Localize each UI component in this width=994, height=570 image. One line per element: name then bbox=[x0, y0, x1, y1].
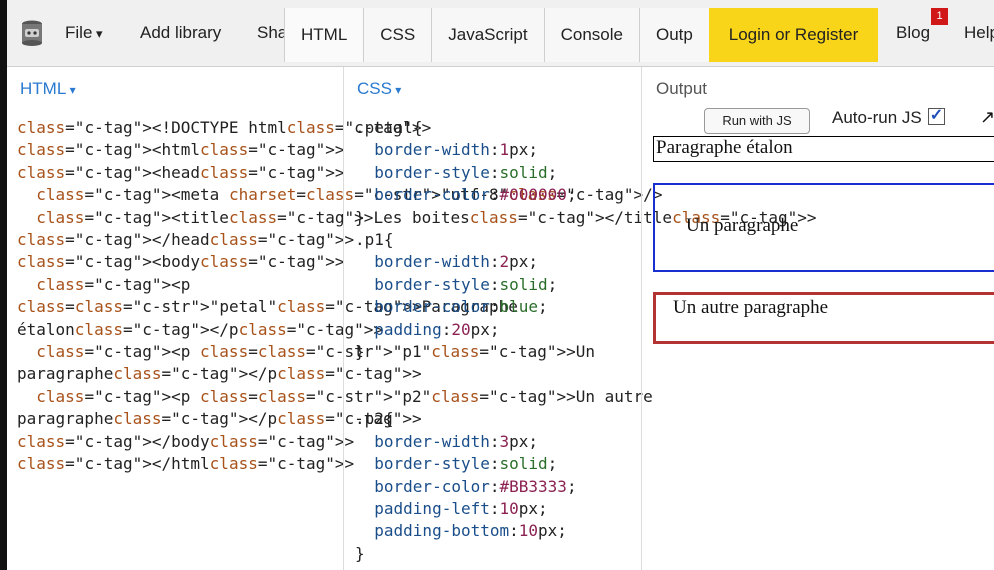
output-paragraph-petal: Paragraphe étalon bbox=[653, 136, 994, 162]
blog-link[interactable]: Blog bbox=[896, 0, 930, 66]
css-code-line: } bbox=[355, 543, 365, 563]
css-code-line: border-width:1px; bbox=[374, 140, 539, 160]
output-panel: Output Run with JS Auto-run JS ↗ Paragra… bbox=[641, 67, 994, 570]
css-code-line: padding-bottom:10px; bbox=[374, 521, 567, 541]
autorun-label: Auto-run JS bbox=[832, 108, 922, 127]
css-code-line: .petal{ bbox=[355, 118, 423, 137]
css-code-line: border-color:blue; bbox=[374, 297, 548, 317]
autorun-checkbox[interactable] bbox=[927, 105, 945, 125]
tab-console[interactable]: Console bbox=[543, 8, 639, 62]
output-panel-title: Output bbox=[656, 79, 708, 98]
file-menu[interactable]: File bbox=[65, 0, 103, 66]
output-paragraph-p1-text: Un paragraphe bbox=[686, 215, 799, 236]
panel-tabs: HTML CSS JavaScript Console Outp bbox=[284, 8, 709, 64]
output-paragraph-p1: Un paragraphe bbox=[653, 183, 994, 272]
css-code-line: border-width:2px; bbox=[374, 252, 539, 272]
help-link[interactable]: Help bbox=[964, 0, 994, 66]
css-code-line: .p2{ bbox=[355, 409, 394, 429]
output-paragraph-p2-text: Un autre paragraphe bbox=[673, 297, 829, 318]
css-panel-title[interactable]: CSS bbox=[357, 79, 401, 99]
html-code-line: class="c-tag"></bodyclass="c-tag">> bbox=[17, 431, 355, 451]
css-code-line: } bbox=[355, 207, 365, 227]
autorun-toggle[interactable]: Auto-run JS bbox=[832, 105, 945, 128]
html-code-line: class="c-tag"><htmlclass="c-tag">> bbox=[17, 140, 345, 160]
html-code-line: étalonclass="c-tag"></pclass="c-tag">> bbox=[17, 319, 384, 339]
html-panel: HTML class="c-tag"><!DOCTYPE htmlclass="… bbox=[7, 67, 817, 570]
css-code-line: border-style:solid; bbox=[374, 454, 558, 474]
css-code-line: border-style:solid; bbox=[374, 162, 558, 182]
css-code-line: .p1{ bbox=[355, 230, 394, 250]
tab-html[interactable]: HTML bbox=[284, 8, 364, 62]
blog-notification-badge: 1 bbox=[931, 8, 948, 25]
tab-output[interactable]: Outp bbox=[639, 8, 709, 62]
toolbar: File Add library Share HTML CSS JavaScri… bbox=[7, 0, 994, 67]
expand-arrow-icon[interactable]: ↗ bbox=[980, 107, 994, 128]
html-code-line: class="c-tag"></htmlclass="c-tag">> bbox=[17, 454, 355, 474]
html-code-line: class="c-tag"><headclass="c-tag">> bbox=[17, 162, 345, 182]
html-code-line: class="c-tag"></headclass="c-tag">> bbox=[17, 230, 355, 250]
html-panel-title[interactable]: HTML bbox=[20, 79, 76, 99]
output-paragraph-p2: Un autre paragraphe bbox=[653, 292, 994, 344]
css-code-line: } bbox=[355, 342, 365, 362]
tab-javascript[interactable]: JavaScript bbox=[431, 8, 544, 62]
window-edge bbox=[0, 0, 7, 570]
tab-css[interactable]: CSS bbox=[363, 8, 432, 62]
css-code-line: padding:20px; bbox=[374, 319, 500, 339]
css-code-line: border-style:solid; bbox=[374, 274, 558, 294]
app-window: File Add library Share HTML CSS JavaScri… bbox=[0, 0, 994, 570]
html-code-line: class="c-tag"><p bbox=[36, 274, 191, 294]
add-library-button[interactable]: Add library bbox=[140, 0, 221, 66]
css-code-line: border-width:3px; bbox=[374, 431, 539, 451]
css-code-line: border-color:#000000; bbox=[374, 185, 577, 205]
run-with-js-button[interactable]: Run with JS bbox=[704, 108, 810, 134]
css-panel: CSS .petal{ border-width:1px; border-sty… bbox=[343, 67, 641, 570]
jsbin-logo-icon[interactable] bbox=[21, 20, 43, 46]
login-register-button[interactable]: Login or Register bbox=[709, 8, 878, 62]
css-code-line: padding-left:10px; bbox=[374, 498, 548, 518]
css-code-editor[interactable]: .petal{ border-width:1px; border-style:s… bbox=[355, 117, 577, 565]
html-code-line: class="c-tag"><bodyclass="c-tag">> bbox=[17, 252, 345, 272]
css-code-line: border-color:#BB3333; bbox=[374, 476, 577, 496]
